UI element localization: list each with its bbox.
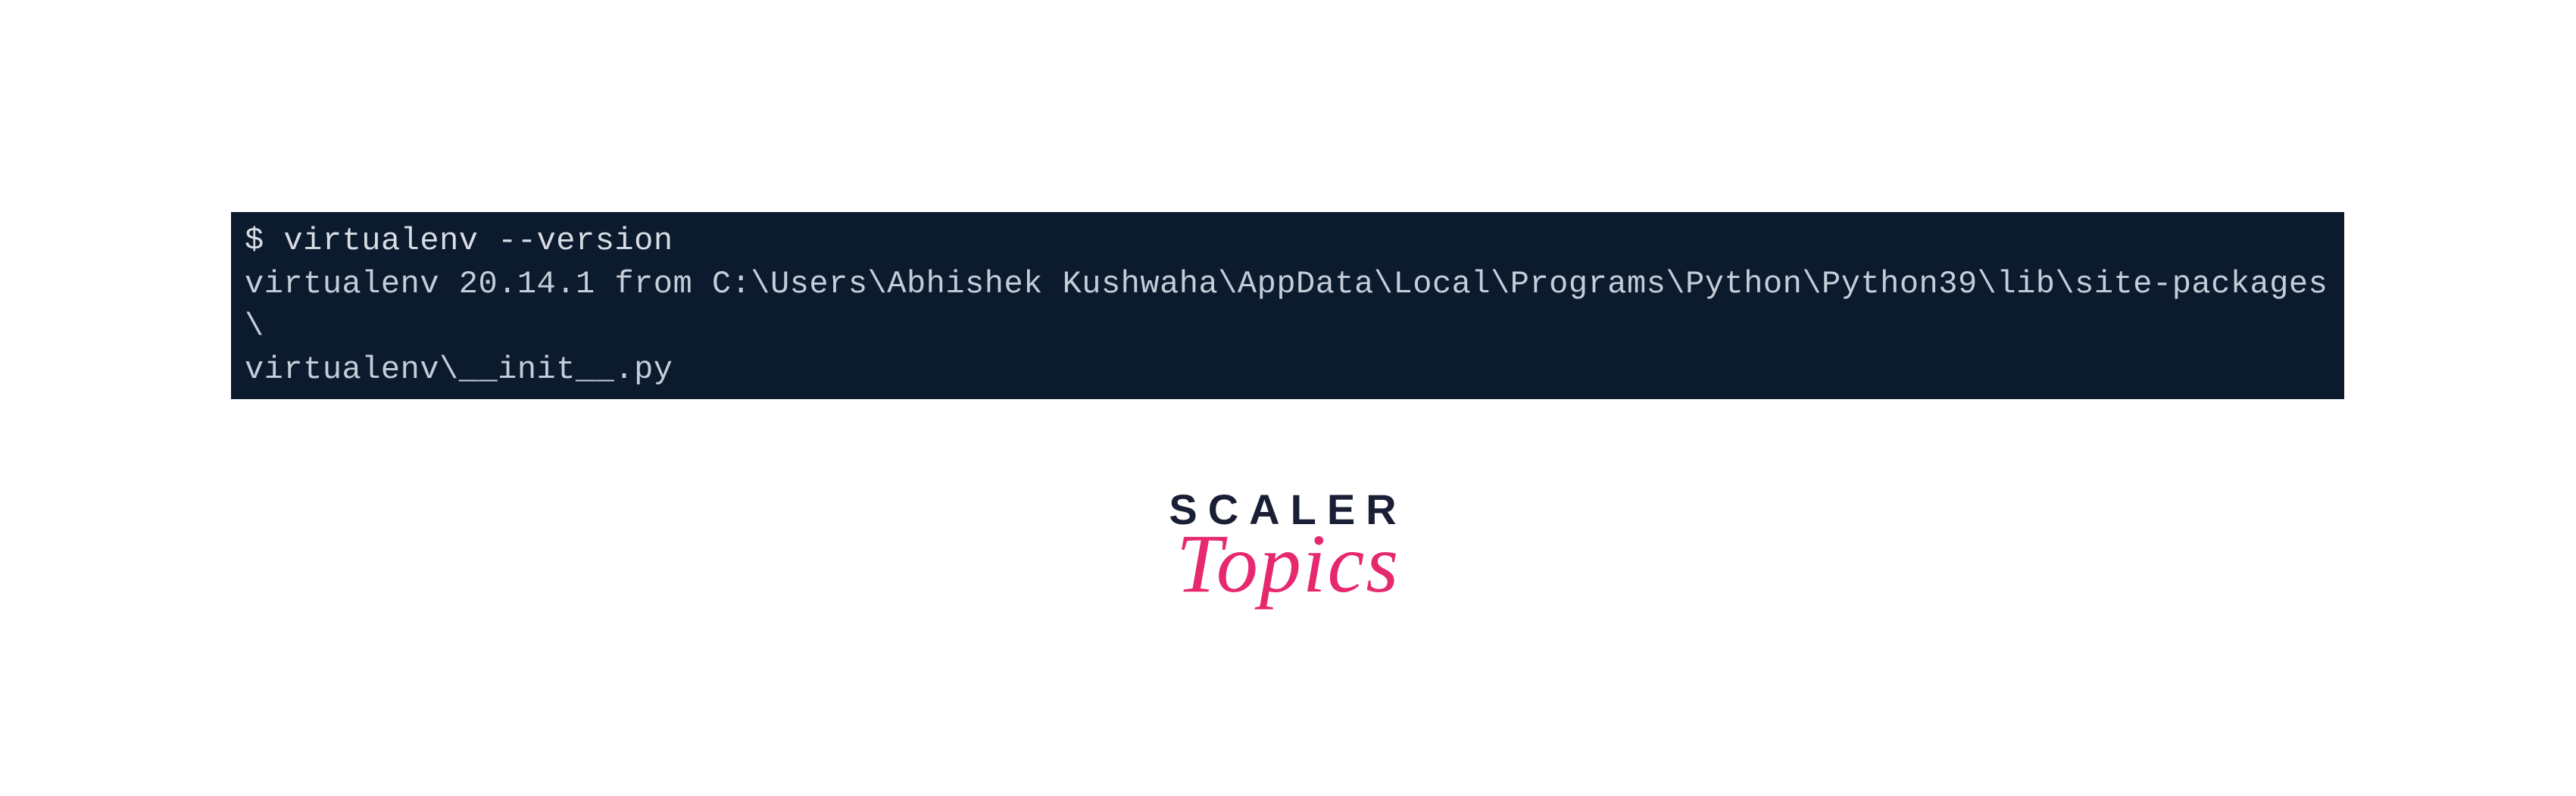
terminal-output-line-2: virtualenv\__init__.py (245, 348, 2331, 392)
terminal-command-line: $ virtualenv --version (245, 220, 2331, 263)
scaler-topics-logo: SCALER Topics (1169, 485, 1407, 612)
terminal-window[interactable]: $ virtualenv --version virtualenv 20.14.… (231, 212, 2344, 399)
terminal-command: virtualenv --version (283, 223, 673, 259)
terminal-output-line-1: virtualenv 20.14.1 from C:\Users\Abhishe… (245, 263, 2331, 348)
logo-text-topics: Topics (1169, 516, 1407, 612)
prompt-symbol: $ (245, 223, 264, 259)
